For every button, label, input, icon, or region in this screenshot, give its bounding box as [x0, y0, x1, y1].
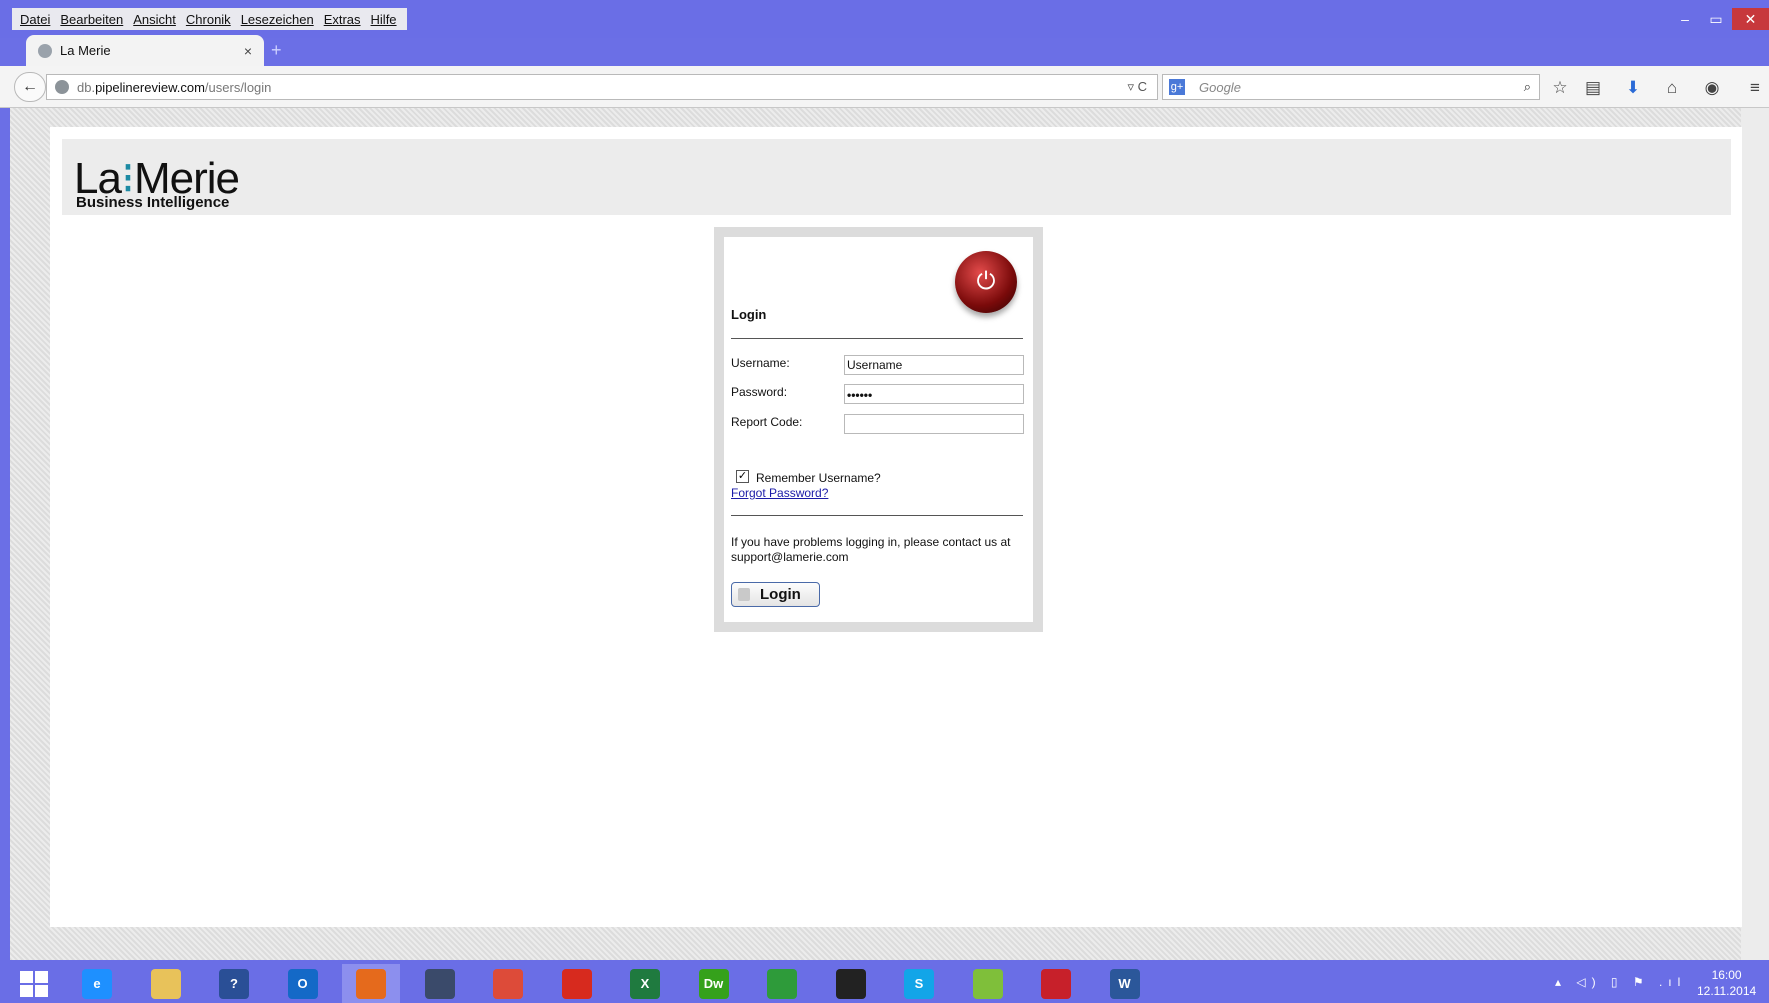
- favicon-icon: [38, 43, 52, 58]
- menu-bearbeiten[interactable]: Bearbeiten: [60, 12, 123, 27]
- search-bar[interactable]: g+ Google ⌕: [1162, 74, 1540, 100]
- site-identity-icon[interactable]: [55, 80, 69, 94]
- globe-app-icon: [424, 968, 455, 999]
- password-label: Password:: [731, 385, 788, 399]
- lock-icon: [738, 588, 750, 601]
- logo-subtitle: Business Intelligence: [76, 194, 230, 211]
- home-icon[interactable]: ⌂: [1661, 78, 1683, 98]
- taskbar-app-store[interactable]: [753, 964, 811, 1003]
- address-bar[interactable]: db. pipelinereview.com/users/login ▿ C: [46, 74, 1158, 100]
- taskbar-app-globe-app[interactable]: [411, 964, 469, 1003]
- firefox-icon: [356, 968, 386, 999]
- taskbar-app-bluestacks[interactable]: [959, 964, 1017, 1003]
- chrome-icon: [493, 968, 523, 999]
- clock-time: 16:00: [1711, 968, 1742, 982]
- taskbar-app-skype[interactable]: S: [890, 964, 948, 1003]
- clock-date: 12.11.2014: [1697, 984, 1757, 998]
- expressvpn-icon: [1041, 968, 1071, 999]
- bluestacks-icon: [972, 968, 1003, 999]
- login-button-label: Login: [760, 586, 801, 603]
- divider: [731, 515, 1023, 516]
- search-placeholder: Google: [1199, 79, 1241, 95]
- clock[interactable]: 16:00 12.11.2014: [1697, 967, 1756, 999]
- url-domain: pipelinereview.com: [95, 79, 205, 95]
- maximize-button[interactable]: ▭: [1700, 8, 1732, 30]
- reload-icon[interactable]: ▿ C: [1127, 79, 1147, 95]
- search-icon[interactable]: ⌕: [1524, 79, 1531, 95]
- taskbar-app-dreamweaver[interactable]: Dw: [685, 964, 743, 1003]
- username-label: Username:: [731, 356, 790, 370]
- new-tab-button[interactable]: +: [271, 40, 282, 61]
- file-explorer-icon: [150, 968, 181, 999]
- minimize-button[interactable]: –: [1670, 8, 1700, 30]
- tab-close-icon[interactable]: ×: [244, 43, 252, 59]
- taskbar-app-firefox[interactable]: [342, 964, 400, 1003]
- menu-hilfe[interactable]: Hilfe: [371, 12, 397, 27]
- menu-ansicht[interactable]: Ansicht: [133, 12, 176, 27]
- system-tray[interactable]: ▴ ◁) ▯ ⚑ .ıl: [1555, 975, 1686, 989]
- downloads-icon[interactable]: ⬇: [1622, 78, 1644, 98]
- vertical-scrollbar[interactable]: [1741, 108, 1769, 960]
- menu-lesezeichen[interactable]: Lesezeichen: [241, 12, 314, 27]
- site-header: La⁝Merie Business Intelligence: [62, 139, 1731, 215]
- skype-icon: S: [904, 968, 934, 999]
- tab-title: La Merie: [60, 43, 111, 58]
- steam-app-icon: [835, 968, 866, 999]
- bookmarks-menu-icon[interactable]: ▤: [1582, 78, 1604, 98]
- close-window-button[interactable]: ✕: [1732, 8, 1769, 30]
- divider: [731, 338, 1023, 339]
- taskbar-app-file-explorer[interactable]: [137, 964, 195, 1003]
- taskbar-app-acrobat[interactable]: [548, 964, 606, 1003]
- forgot-password-link[interactable]: Forgot Password?: [731, 486, 828, 500]
- taskbar-app-word[interactable]: W: [1096, 964, 1154, 1003]
- login-form: ⏻ Login Username: Password: •••••• Repor…: [724, 237, 1033, 622]
- page-content: La⁝Merie Business Intelligence ⏻ Login U…: [50, 127, 1742, 927]
- report-code-label: Report Code:: [731, 415, 803, 429]
- windows-start-icon[interactable]: [20, 971, 48, 997]
- menu-datei[interactable]: Datei: [20, 12, 50, 27]
- login-panel: ⏻ Login Username: Password: •••••• Repor…: [714, 227, 1043, 632]
- store-icon: [767, 968, 797, 999]
- taskbar-app-help[interactable]: ?: [205, 964, 263, 1003]
- power-icon: ⏻: [955, 251, 1017, 313]
- help-icon: ?: [219, 968, 249, 999]
- word-icon: W: [1109, 968, 1140, 999]
- menu-extras[interactable]: Extras: [324, 12, 361, 27]
- url-path: /users/login: [204, 79, 272, 95]
- taskbar-app-outlook[interactable]: O: [274, 964, 332, 1003]
- login-title: Login: [731, 307, 767, 322]
- outlook-icon: O: [287, 968, 318, 999]
- remember-username-checkbox[interactable]: ✓: [736, 470, 749, 483]
- menu-chronik[interactable]: Chronik: [186, 12, 231, 27]
- tab-strip: La Merie × +: [0, 30, 1769, 66]
- login-button[interactable]: Login: [731, 582, 820, 607]
- taskbar-app-excel[interactable]: X: [616, 964, 674, 1003]
- url-prefix: db.: [77, 79, 96, 95]
- username-input[interactable]: [844, 355, 1024, 375]
- menu-bar: Datei Bearbeiten Ansicht Chronik Lesezei…: [12, 8, 407, 30]
- taskbar-app-expressvpn[interactable]: [1027, 964, 1085, 1003]
- hamburger-menu-icon[interactable]: ≡: [1744, 78, 1766, 98]
- taskbar-app-internet-explorer[interactable]: e: [68, 964, 126, 1003]
- support-note: If you have problems logging in, please …: [731, 535, 1011, 564]
- taskbar-app-chrome[interactable]: [479, 964, 537, 1003]
- remember-username-label: Remember Username?: [756, 471, 881, 485]
- back-arrow-icon: ←: [22, 78, 38, 95]
- tab-la-merie[interactable]: La Merie ×: [26, 35, 264, 66]
- navigation-bar: ← db. pipelinereview.com/users/login ▿ C …: [0, 66, 1769, 108]
- back-button[interactable]: ←: [14, 72, 46, 102]
- search-engine-icon[interactable]: g+: [1169, 79, 1185, 95]
- dreamweaver-icon: Dw: [698, 968, 729, 999]
- acrobat-icon: [561, 968, 592, 999]
- taskbar-app-steam-app[interactable]: [822, 964, 880, 1003]
- sync-icon[interactable]: ◉: [1701, 78, 1723, 98]
- internet-explorer-icon: e: [82, 968, 112, 999]
- bookmark-star-icon[interactable]: ☆: [1549, 78, 1571, 98]
- taskbar: e? O X Dw S W ▴ ◁) ▯ ⚑ .ıl 16:00 12.11.2014: [0, 960, 1769, 1003]
- excel-icon: X: [630, 968, 660, 999]
- report-code-input[interactable]: [844, 414, 1024, 434]
- password-input[interactable]: ••••••: [844, 384, 1024, 404]
